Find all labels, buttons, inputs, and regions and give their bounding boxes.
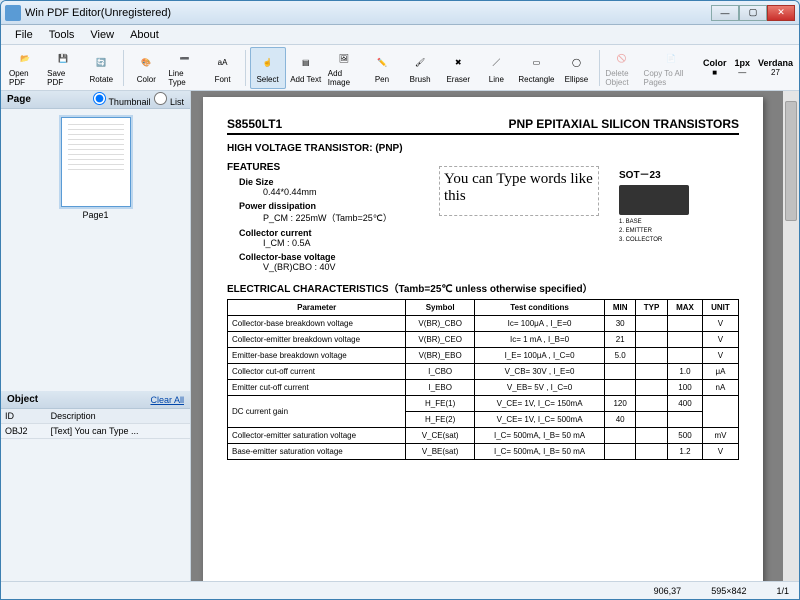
add-text-icon: ▤ [295,52,317,74]
app-window: Win PDF Editor(Unregistered) — ▢ ✕ FileT… [0,0,800,600]
eraser-icon: ✖ [447,52,469,74]
thumbnails-area: Page1 [1,109,190,391]
rotate-button[interactable]: 🔄Rotate [83,47,119,89]
line-width-field[interactable]: 1px— [734,58,750,77]
sot-package-diagram: SOT－23 1. BASE2. EMITTER3. COLLECTOR [619,166,739,246]
brush-button[interactable]: 🖌Brush [402,47,438,89]
close-button[interactable]: ✕ [767,5,795,21]
menu-bar: FileToolsViewAbout [1,25,799,45]
save-pdf-button[interactable]: 💾Save PDF [45,47,81,89]
status-page: 1/1 [776,586,789,596]
ellipse-button[interactable]: ◯Ellipse [558,47,594,89]
object-panel-header: Object Clear All [1,391,190,409]
list-mode-radio[interactable]: List [154,92,184,107]
rectangle-icon: ▭ [525,52,547,74]
pen-button[interactable]: ✏️Pen [364,47,400,89]
copy-all-pages-button: 📄Copy To All Pages [642,47,701,89]
font-button[interactable]: aAFont [205,47,241,89]
electrical-table: ParameterSymbolTest conditionsMINTYPMAXU… [227,299,739,460]
delete-object-icon: 🚫 [610,49,632,68]
menu-about[interactable]: About [122,27,167,43]
add-image-icon: 🖼 [333,49,355,68]
color-icon: 🎨 [135,52,157,74]
open-pdf-icon: 📂 [14,49,36,68]
page-thumbnail[interactable]: Page1 [61,117,131,220]
select-icon: ☝️ [257,52,279,74]
line-type-button[interactable]: ➖Line Type [166,47,202,89]
status-dims: 595×842 [711,586,746,596]
brush-icon: 🖌 [409,52,431,74]
save-pdf-icon: 💾 [52,49,74,68]
line-type-icon: ➖ [173,49,195,68]
rotate-icon: 🔄 [90,52,112,74]
font-icon: aA [212,52,234,74]
minimize-button[interactable]: — [711,5,739,21]
document-area[interactable]: S8550LT1PNP EPITAXIAL SILICON TRANSISTOR… [191,91,799,581]
copy-all-pages-icon: 📄 [660,49,682,68]
line-button[interactable]: ／Line [478,47,514,89]
add-text-button[interactable]: ▤Add Text [288,47,324,89]
sidebar: Page Thumbnail List Page1 Object Clear A… [1,91,191,581]
menu-tools[interactable]: Tools [41,27,83,43]
maximize-button[interactable]: ▢ [739,5,767,21]
line-icon: ／ [485,52,507,74]
font-field[interactable]: Verdana27 [758,58,793,77]
pdf-page: S8550LT1PNP EPITAXIAL SILICON TRANSISTOR… [203,97,763,581]
menu-file[interactable]: File [7,27,41,43]
ellipse-icon: ◯ [565,52,587,74]
title-bar: Win PDF Editor(Unregistered) — ▢ ✕ [1,1,799,25]
pen-icon: ✏️ [371,52,393,74]
object-row[interactable]: OBJ2[Text] You can Type ... [1,424,190,439]
eraser-button[interactable]: ✖Eraser [440,47,476,89]
add-image-button[interactable]: 🖼Add Image [326,47,362,89]
delete-object-button: 🚫Delete Object [603,47,639,89]
status-coords: 906,37 [654,586,682,596]
select-button[interactable]: ☝️Select [250,47,286,89]
open-pdf-button[interactable]: 📂Open PDF [7,47,43,89]
text-annotation[interactable]: You can Type words like this [439,166,599,216]
window-title: Win PDF Editor(Unregistered) [25,7,711,19]
toolbar-right: Color■ 1px— Verdana27 [703,58,793,77]
page-panel-header: Page Thumbnail List [1,91,190,109]
menu-view[interactable]: View [82,27,122,43]
thumbnail-mode-radio[interactable]: Thumbnail [93,92,150,107]
color-field[interactable]: Color■ [703,58,727,77]
color-button[interactable]: 🎨Color [128,47,164,89]
toolbar: 📂Open PDF💾Save PDF🔄Rotate🎨Color➖Line Typ… [1,45,799,91]
clear-all-link[interactable]: Clear All [150,395,184,405]
status-bar: 906,37 595×842 1/1 [1,581,799,599]
object-table: IDDescription OBJ2[Text] You can Type ..… [1,409,190,439]
vertical-scrollbar[interactable] [783,91,799,581]
rectangle-button[interactable]: ▭Rectangle [516,47,556,89]
app-icon [5,5,21,21]
